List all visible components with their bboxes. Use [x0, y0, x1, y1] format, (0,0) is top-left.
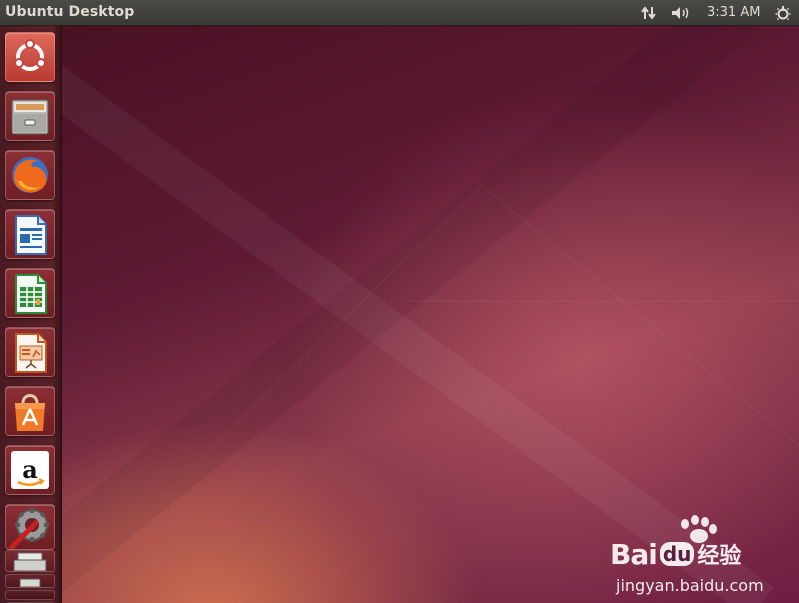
launcher-item-amazon[interactable]: a: [5, 445, 55, 495]
svg-text:a: a: [22, 455, 38, 484]
network-updown-icon[interactable]: [638, 3, 660, 23]
printer-icon: [13, 552, 47, 571]
file-cabinet-icon: [11, 99, 49, 135]
baidu-watermark: Bai du 经验 jingyan.baidu.com: [610, 514, 799, 598]
baidu-brand-row: Bai du 经验: [610, 536, 799, 572]
launcher-item-system-settings[interactable]: [5, 504, 55, 550]
launcher-item-printer-stack[interactable]: [5, 550, 55, 572]
launcher-item-dash-home[interactable]: [5, 32, 55, 82]
baidu-jingyan-text: 经验: [697, 544, 742, 569]
launcher-item-folded-2[interactable]: [5, 590, 55, 600]
top-panel: Ubuntu Desktop 3:31 AM: [0, 0, 799, 26]
launcher-item-ubuntu-software-center[interactable]: [5, 386, 55, 436]
ubuntu-screen: Ubuntu Desktop 3:31 AM Bai du 经验 jingyan…: [0, 0, 799, 603]
ubuntu-logo-icon: [14, 39, 46, 71]
firefox-icon: [12, 157, 48, 193]
window-title: Ubuntu Desktop: [5, 4, 135, 20]
shopping-bag-icon: [15, 394, 45, 431]
launcher-item-files[interactable]: [5, 91, 55, 141]
impress-presentation-icon: [15, 333, 47, 373]
launcher-item-libreoffice-writer[interactable]: [5, 209, 55, 259]
launcher-item-folded-1[interactable]: [5, 574, 55, 588]
writer-document-icon: [15, 215, 47, 255]
volume-icon[interactable]: [669, 3, 693, 23]
calc-spreadsheet-icon: [15, 274, 47, 314]
launcher-item-firefox[interactable]: [5, 150, 55, 200]
baidu-brand-text: Bai: [610, 537, 658, 571]
amazon-logo-icon: a: [11, 451, 49, 489]
launcher-item-libreoffice-calc[interactable]: [5, 268, 55, 318]
launcher-item-libreoffice-impress[interactable]: [5, 327, 55, 377]
clock[interactable]: 3:31 AM: [707, 5, 760, 20]
baidu-du-text: du: [659, 542, 695, 566]
settings-wrench-icon: [9, 508, 49, 549]
device-icon: [19, 578, 41, 587]
desktop-wallpaper[interactable]: Bai du 经验 jingyan.baidu.com: [62, 26, 799, 603]
launcher: a: [0, 26, 62, 603]
session-gear-icon[interactable]: [773, 3, 793, 23]
baidu-url: jingyan.baidu.com: [616, 576, 764, 595]
